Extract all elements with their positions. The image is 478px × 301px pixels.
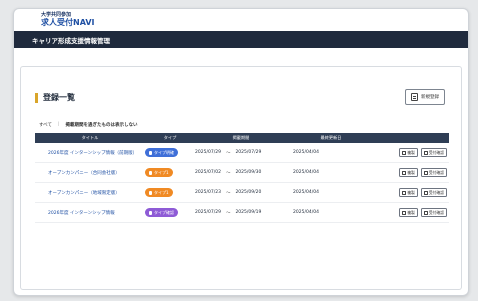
mail-icon [423,190,428,195]
duplicate-button[interactable]: 複製 [399,188,418,197]
copy-icon [402,170,407,175]
period-separator: 〜 [225,170,231,176]
header-title: タイトル [81,135,99,140]
mail-icon [423,150,428,155]
period-separator: 〜 [225,210,231,216]
brand-subtitle: 大学共同参加 [41,12,72,18]
period-end: 2025/09/19 [235,210,262,215]
mail-icon [423,170,428,175]
type-badge: タイプ確認 [145,208,178,217]
updated-date: 2025/04/04 [293,210,319,215]
updated-date: 2025/04/04 [293,170,319,175]
row-title-link[interactable]: 2026年度 インターンシップ情報（前期版） [48,151,137,156]
reception-check-label: 受付確認 [428,149,444,155]
new-registration-label: 新規登録 [421,95,439,100]
period-end: 2025/09/20 [235,190,262,195]
type-badge: タイプ1 [145,188,173,197]
duplicate-label: 複製 [407,169,415,175]
type-icon [149,190,152,195]
period-end: 2025/07/29 [235,150,262,155]
type-icon [149,150,152,155]
period-separator: 〜 [225,190,231,196]
table-row: オープンカンパニー（地域限定版） タイプ1 2025/07/23 〜 2025/… [35,183,449,203]
reception-check-label: 受付確認 [428,169,444,175]
filter-hide-expired[interactable]: 掲載期間を過ぎたものは表示しない [66,122,138,128]
new-registration-button[interactable]: 新規登録 [405,89,445,105]
header-updated: 最終更新日 [320,135,342,140]
registration-panel: 登録一覧 新規登録 すべて | 掲載期間を過ぎたものは表示しない タイトル タイ… [20,66,462,290]
document-icon [411,93,418,101]
nav-title[interactable]: キャリア形成支援情報管理 [32,37,110,45]
header-type: タイプ [163,135,177,140]
reception-check-label: 受付確認 [428,209,444,215]
copy-icon [402,150,407,155]
type-badge-label: タイプ確認 [154,209,174,215]
brand-name: 求人受付NAVI [41,18,95,27]
brand-logo[interactable]: 大学共同参加 求人受付NAVI [14,9,468,31]
reception-check-button[interactable]: 受付確認 [420,208,447,217]
copy-icon [402,210,407,215]
reception-check-button[interactable]: 受付確認 [420,148,447,157]
app-window: 大学共同参加 求人受付NAVI キャリア形成支援情報管理 登録一覧 新規登録 す… [13,8,469,296]
table-header: タイトル タイプ 掲載期間 最終更新日 [35,133,449,143]
copy-icon [402,190,407,195]
type-badge-label: タイプ明確 [154,149,174,155]
filter-all[interactable]: すべて [39,122,52,128]
nav-bar: キャリア形成支援情報管理 [14,31,468,48]
row-title-link[interactable]: 2026年度 インターンシップ情報 [48,211,115,216]
mail-icon [423,210,428,215]
table-row: オープンカンパニー（合同会社版） タイプ1 2025/07/02 〜 2025/… [35,163,449,183]
updated-date: 2025/04/04 [293,150,319,155]
period-separator: 〜 [225,150,231,156]
duplicate-button[interactable]: 複製 [399,148,418,157]
duplicate-button[interactable]: 複製 [399,168,418,177]
period-start: 2025/07/23 [195,190,221,195]
reception-check-label: 受付確認 [428,189,444,195]
table-row: 2026年度 インターンシップ情報（前期版） タイプ明確 2025/07/29 … [35,143,449,163]
type-badge: タイプ明確 [145,148,178,157]
filter-bar: すべて | 掲載期間を過ぎたものは表示しない [39,122,138,128]
period-start: 2025/07/02 [195,170,221,175]
registration-table: タイトル タイプ 掲載期間 最終更新日 2026年度 インターンシップ情報（前期… [35,133,449,223]
period-start: 2025/07/29 [195,210,221,215]
type-icon [149,210,152,215]
duplicate-label: 複製 [407,149,415,155]
type-badge-label: タイプ1 [154,189,169,195]
header-period: 掲載期間 [232,135,250,140]
type-badge: タイプ1 [145,168,173,177]
duplicate-button[interactable]: 複製 [399,208,418,217]
period-start: 2025/07/29 [195,150,221,155]
row-title-link[interactable]: オープンカンパニー（地域限定版） [48,191,120,196]
type-icon [149,170,152,175]
duplicate-label: 複製 [407,189,415,195]
row-title-link[interactable]: オープンカンパニー（合同会社版） [48,171,120,176]
type-badge-label: タイプ1 [154,169,169,175]
updated-date: 2025/04/04 [293,190,319,195]
table-row: 2026年度 インターンシップ情報 タイプ確認 2025/07/29 〜 202… [35,203,449,223]
reception-check-button[interactable]: 受付確認 [420,188,447,197]
filter-separator: | [58,122,60,127]
period-end: 2025/09/30 [235,170,262,175]
duplicate-label: 複製 [407,209,415,215]
page-title: 登録一覧 [35,93,75,103]
reception-check-button[interactable]: 受付確認 [420,168,447,177]
